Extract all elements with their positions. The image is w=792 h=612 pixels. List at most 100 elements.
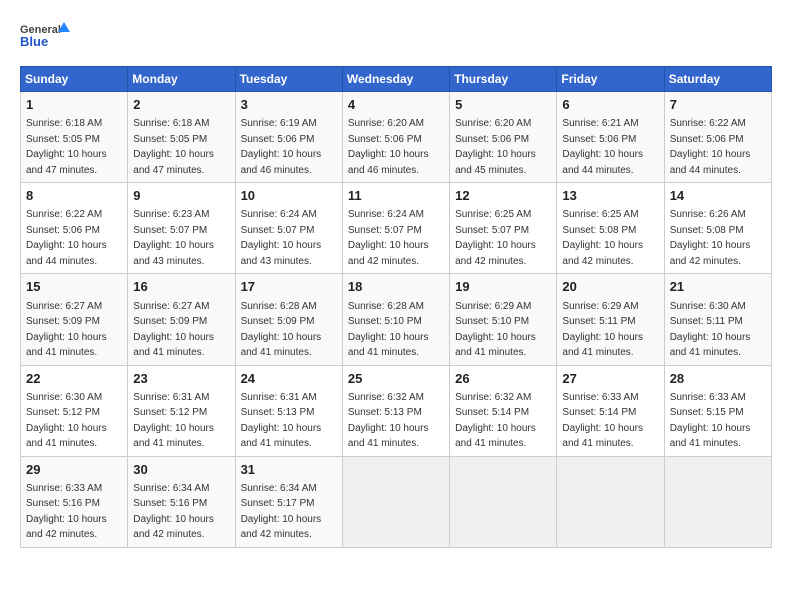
day-number: 30 bbox=[133, 461, 229, 479]
day-info: Sunrise: 6:18 AMSunset: 5:05 PMDaylight:… bbox=[26, 118, 107, 176]
day-info: Sunrise: 6:34 AMSunset: 5:17 PMDaylight:… bbox=[241, 483, 322, 541]
day-info: Sunrise: 6:32 AMSunset: 5:14 PMDaylight:… bbox=[455, 392, 536, 450]
day-number: 21 bbox=[670, 278, 766, 296]
day-number: 7 bbox=[670, 96, 766, 114]
day-number: 6 bbox=[562, 96, 658, 114]
day-number: 27 bbox=[562, 370, 658, 388]
day-info: Sunrise: 6:19 AMSunset: 5:06 PMDaylight:… bbox=[241, 118, 322, 176]
calendar-cell: 7 Sunrise: 6:22 AMSunset: 5:06 PMDayligh… bbox=[664, 92, 771, 183]
day-info: Sunrise: 6:22 AMSunset: 5:06 PMDaylight:… bbox=[26, 209, 107, 267]
week-row-5: 29 Sunrise: 6:33 AMSunset: 5:16 PMDaylig… bbox=[21, 456, 772, 547]
day-info: Sunrise: 6:29 AMSunset: 5:11 PMDaylight:… bbox=[562, 301, 643, 359]
day-number: 9 bbox=[133, 187, 229, 205]
calendar-cell bbox=[342, 456, 449, 547]
week-row-1: 1 Sunrise: 6:18 AMSunset: 5:05 PMDayligh… bbox=[21, 92, 772, 183]
week-row-2: 8 Sunrise: 6:22 AMSunset: 5:06 PMDayligh… bbox=[21, 183, 772, 274]
day-number: 13 bbox=[562, 187, 658, 205]
day-number: 4 bbox=[348, 96, 444, 114]
day-number: 17 bbox=[241, 278, 337, 296]
day-number: 1 bbox=[26, 96, 122, 114]
day-info: Sunrise: 6:27 AMSunset: 5:09 PMDaylight:… bbox=[26, 301, 107, 359]
day-number: 15 bbox=[26, 278, 122, 296]
calendar-cell: 20 Sunrise: 6:29 AMSunset: 5:11 PMDaylig… bbox=[557, 274, 664, 365]
day-info: Sunrise: 6:24 AMSunset: 5:07 PMDaylight:… bbox=[348, 209, 429, 267]
day-info: Sunrise: 6:28 AMSunset: 5:09 PMDaylight:… bbox=[241, 301, 322, 359]
week-row-3: 15 Sunrise: 6:27 AMSunset: 5:09 PMDaylig… bbox=[21, 274, 772, 365]
calendar-cell: 3 Sunrise: 6:19 AMSunset: 5:06 PMDayligh… bbox=[235, 92, 342, 183]
day-info: Sunrise: 6:22 AMSunset: 5:06 PMDaylight:… bbox=[670, 118, 751, 176]
day-info: Sunrise: 6:20 AMSunset: 5:06 PMDaylight:… bbox=[455, 118, 536, 176]
calendar-cell: 5 Sunrise: 6:20 AMSunset: 5:06 PMDayligh… bbox=[450, 92, 557, 183]
day-number: 5 bbox=[455, 96, 551, 114]
calendar-cell: 12 Sunrise: 6:25 AMSunset: 5:07 PMDaylig… bbox=[450, 183, 557, 274]
day-number: 23 bbox=[133, 370, 229, 388]
calendar-cell: 23 Sunrise: 6:31 AMSunset: 5:12 PMDaylig… bbox=[128, 365, 235, 456]
calendar-cell: 16 Sunrise: 6:27 AMSunset: 5:09 PMDaylig… bbox=[128, 274, 235, 365]
calendar-cell: 29 Sunrise: 6:33 AMSunset: 5:16 PMDaylig… bbox=[21, 456, 128, 547]
col-header-monday: Monday bbox=[128, 67, 235, 92]
day-info: Sunrise: 6:31 AMSunset: 5:13 PMDaylight:… bbox=[241, 392, 322, 450]
calendar-cell: 14 Sunrise: 6:26 AMSunset: 5:08 PMDaylig… bbox=[664, 183, 771, 274]
day-info: Sunrise: 6:20 AMSunset: 5:06 PMDaylight:… bbox=[348, 118, 429, 176]
day-info: Sunrise: 6:24 AMSunset: 5:07 PMDaylight:… bbox=[241, 209, 322, 267]
day-number: 14 bbox=[670, 187, 766, 205]
week-row-4: 22 Sunrise: 6:30 AMSunset: 5:12 PMDaylig… bbox=[21, 365, 772, 456]
header-row: SundayMondayTuesdayWednesdayThursdayFrid… bbox=[21, 67, 772, 92]
day-info: Sunrise: 6:25 AMSunset: 5:08 PMDaylight:… bbox=[562, 209, 643, 267]
calendar-cell: 18 Sunrise: 6:28 AMSunset: 5:10 PMDaylig… bbox=[342, 274, 449, 365]
calendar-cell: 17 Sunrise: 6:28 AMSunset: 5:09 PMDaylig… bbox=[235, 274, 342, 365]
day-info: Sunrise: 6:33 AMSunset: 5:16 PMDaylight:… bbox=[26, 483, 107, 541]
calendar-cell: 24 Sunrise: 6:31 AMSunset: 5:13 PMDaylig… bbox=[235, 365, 342, 456]
calendar-cell: 31 Sunrise: 6:34 AMSunset: 5:17 PMDaylig… bbox=[235, 456, 342, 547]
day-info: Sunrise: 6:23 AMSunset: 5:07 PMDaylight:… bbox=[133, 209, 214, 267]
col-header-tuesday: Tuesday bbox=[235, 67, 342, 92]
day-info: Sunrise: 6:31 AMSunset: 5:12 PMDaylight:… bbox=[133, 392, 214, 450]
day-number: 25 bbox=[348, 370, 444, 388]
calendar-cell: 6 Sunrise: 6:21 AMSunset: 5:06 PMDayligh… bbox=[557, 92, 664, 183]
day-number: 26 bbox=[455, 370, 551, 388]
calendar-cell: 8 Sunrise: 6:22 AMSunset: 5:06 PMDayligh… bbox=[21, 183, 128, 274]
calendar-cell: 19 Sunrise: 6:29 AMSunset: 5:10 PMDaylig… bbox=[450, 274, 557, 365]
day-info: Sunrise: 6:33 AMSunset: 5:15 PMDaylight:… bbox=[670, 392, 751, 450]
day-info: Sunrise: 6:18 AMSunset: 5:05 PMDaylight:… bbox=[133, 118, 214, 176]
day-number: 12 bbox=[455, 187, 551, 205]
calendar-cell: 15 Sunrise: 6:27 AMSunset: 5:09 PMDaylig… bbox=[21, 274, 128, 365]
col-header-wednesday: Wednesday bbox=[342, 67, 449, 92]
calendar-cell: 22 Sunrise: 6:30 AMSunset: 5:12 PMDaylig… bbox=[21, 365, 128, 456]
calendar-cell: 26 Sunrise: 6:32 AMSunset: 5:14 PMDaylig… bbox=[450, 365, 557, 456]
day-info: Sunrise: 6:27 AMSunset: 5:09 PMDaylight:… bbox=[133, 301, 214, 359]
day-info: Sunrise: 6:21 AMSunset: 5:06 PMDaylight:… bbox=[562, 118, 643, 176]
calendar-cell: 25 Sunrise: 6:32 AMSunset: 5:13 PMDaylig… bbox=[342, 365, 449, 456]
calendar-cell bbox=[557, 456, 664, 547]
day-number: 2 bbox=[133, 96, 229, 114]
day-number: 24 bbox=[241, 370, 337, 388]
day-number: 16 bbox=[133, 278, 229, 296]
calendar-cell: 21 Sunrise: 6:30 AMSunset: 5:11 PMDaylig… bbox=[664, 274, 771, 365]
day-info: Sunrise: 6:29 AMSunset: 5:10 PMDaylight:… bbox=[455, 301, 536, 359]
page: General Blue SundayMondayTuesdayWednesda… bbox=[0, 0, 792, 558]
day-number: 18 bbox=[348, 278, 444, 296]
day-number: 19 bbox=[455, 278, 551, 296]
calendar-cell: 27 Sunrise: 6:33 AMSunset: 5:14 PMDaylig… bbox=[557, 365, 664, 456]
day-number: 28 bbox=[670, 370, 766, 388]
svg-text:Blue: Blue bbox=[20, 34, 48, 49]
calendar-cell bbox=[664, 456, 771, 547]
col-header-sunday: Sunday bbox=[21, 67, 128, 92]
day-number: 29 bbox=[26, 461, 122, 479]
calendar-cell bbox=[450, 456, 557, 547]
day-number: 8 bbox=[26, 187, 122, 205]
calendar-cell: 11 Sunrise: 6:24 AMSunset: 5:07 PMDaylig… bbox=[342, 183, 449, 274]
day-number: 31 bbox=[241, 461, 337, 479]
calendar-cell: 4 Sunrise: 6:20 AMSunset: 5:06 PMDayligh… bbox=[342, 92, 449, 183]
day-info: Sunrise: 6:30 AMSunset: 5:12 PMDaylight:… bbox=[26, 392, 107, 450]
calendar-cell: 30 Sunrise: 6:34 AMSunset: 5:16 PMDaylig… bbox=[128, 456, 235, 547]
day-info: Sunrise: 6:34 AMSunset: 5:16 PMDaylight:… bbox=[133, 483, 214, 541]
day-info: Sunrise: 6:26 AMSunset: 5:08 PMDaylight:… bbox=[670, 209, 751, 267]
day-info: Sunrise: 6:25 AMSunset: 5:07 PMDaylight:… bbox=[455, 209, 536, 267]
col-header-saturday: Saturday bbox=[664, 67, 771, 92]
day-number: 10 bbox=[241, 187, 337, 205]
day-number: 22 bbox=[26, 370, 122, 388]
calendar-cell: 10 Sunrise: 6:24 AMSunset: 5:07 PMDaylig… bbox=[235, 183, 342, 274]
calendar-cell: 2 Sunrise: 6:18 AMSunset: 5:05 PMDayligh… bbox=[128, 92, 235, 183]
day-number: 3 bbox=[241, 96, 337, 114]
